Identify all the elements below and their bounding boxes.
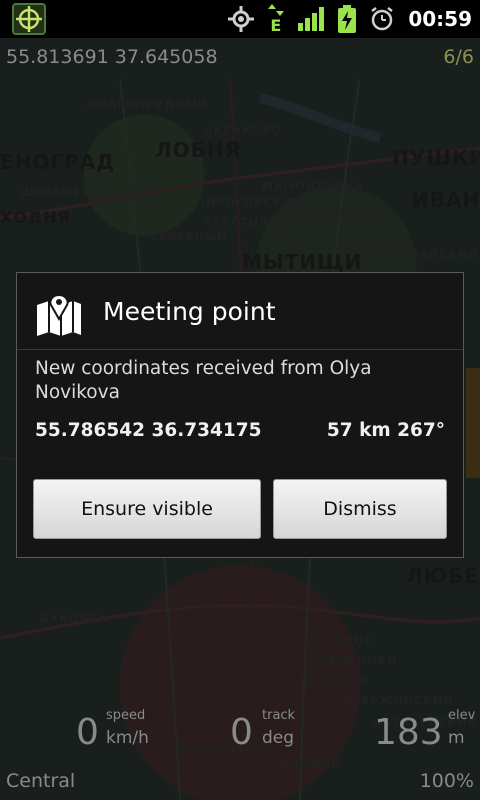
map-label: МЫТИЩИ: [242, 250, 363, 274]
map-label: ТЕКСТИЛЬЩИК: [204, 216, 315, 229]
map-label: КОТЕЛЬНИКИ: [300, 654, 398, 667]
map-label: АКСАКОВО: [204, 124, 283, 137]
map-label: ШЕРЕМЕТЬЕВСКИЙ: [20, 186, 157, 199]
map-label: ЛОБНЯ: [155, 138, 241, 162]
map-pin-icon: [37, 295, 81, 336]
track-value: 0: [230, 712, 253, 753]
elevation-label: elev: [448, 708, 476, 723]
map-label: ПЕРВОМАЙСКИЙ: [360, 248, 479, 261]
map-mode-label[interactable]: Central: [6, 770, 75, 792]
meeting-coordinates: 55.786542 36.734175: [35, 420, 262, 441]
track-label: track: [262, 708, 296, 723]
map-label: ПИРОГОВСКИЙ: [196, 196, 304, 209]
map-label: ТАРАСОВКА: [300, 206, 385, 219]
elevation-value: 183: [374, 712, 443, 753]
info-panel: 0 speed km/h 0 track deg 183 elev m: [0, 700, 480, 762]
zoom-level[interactable]: 100%: [420, 770, 474, 792]
map-label: ИВАНТЕ: [412, 188, 480, 212]
dialog-message: New coordinates received from Olya Novik…: [35, 358, 372, 403]
clock-time: 00:59: [408, 7, 472, 31]
coordinates-bar: 55.813691 37.645058 6/6: [0, 38, 480, 78]
meeting-distance: 57 km 267°: [326, 420, 445, 441]
dialog-divider: [17, 349, 463, 350]
elevation-unit: m: [448, 728, 465, 748]
status-bar: E 00:59: [0, 0, 480, 38]
map-label: ПУШКИНО: [392, 146, 480, 170]
map-label: ЛЮБЕР: [406, 564, 480, 588]
ensure-visible-button[interactable]: Ensure visible: [33, 479, 261, 539]
current-coordinates: 55.813691 37.645058: [6, 46, 218, 68]
dismiss-button[interactable]: Dismiss: [273, 479, 447, 539]
speed-unit: km/h: [106, 728, 149, 748]
map-label: КАПОТНЯ: [300, 674, 369, 687]
map-label: СЕВЕРНЫЙ: [150, 230, 228, 243]
meeting-point-dialog: Meeting point New coordinates received f…: [16, 272, 464, 558]
speed-label: speed: [106, 708, 146, 723]
dialog-header: Meeting point: [17, 273, 463, 349]
alarm-icon: [371, 7, 394, 31]
speed-value: 0: [76, 712, 99, 753]
dialog-title: Meeting point: [103, 297, 276, 326]
map-label: ЛЮБЛИНО: [300, 634, 375, 647]
map-label: ХОДНЯ: [0, 208, 71, 227]
track-unit: deg: [262, 728, 295, 748]
gps-icon: [228, 6, 255, 32]
battery-charging-icon: [338, 5, 357, 33]
signal-icon: [298, 7, 325, 31]
map-label: ЕНОГРАД: [0, 150, 116, 174]
map-label: БАКОВКА: [40, 612, 109, 625]
satellite-count: 6/6: [443, 46, 474, 68]
gps-target-icon[interactable]: [12, 3, 46, 35]
network-type-label: E: [270, 16, 282, 35]
data-arrows-icon: E: [268, 4, 285, 35]
map-label: МАМОНТОВКА: [262, 180, 364, 193]
map-label: ДОЛГОПРУДНЫЙ: [86, 98, 208, 111]
